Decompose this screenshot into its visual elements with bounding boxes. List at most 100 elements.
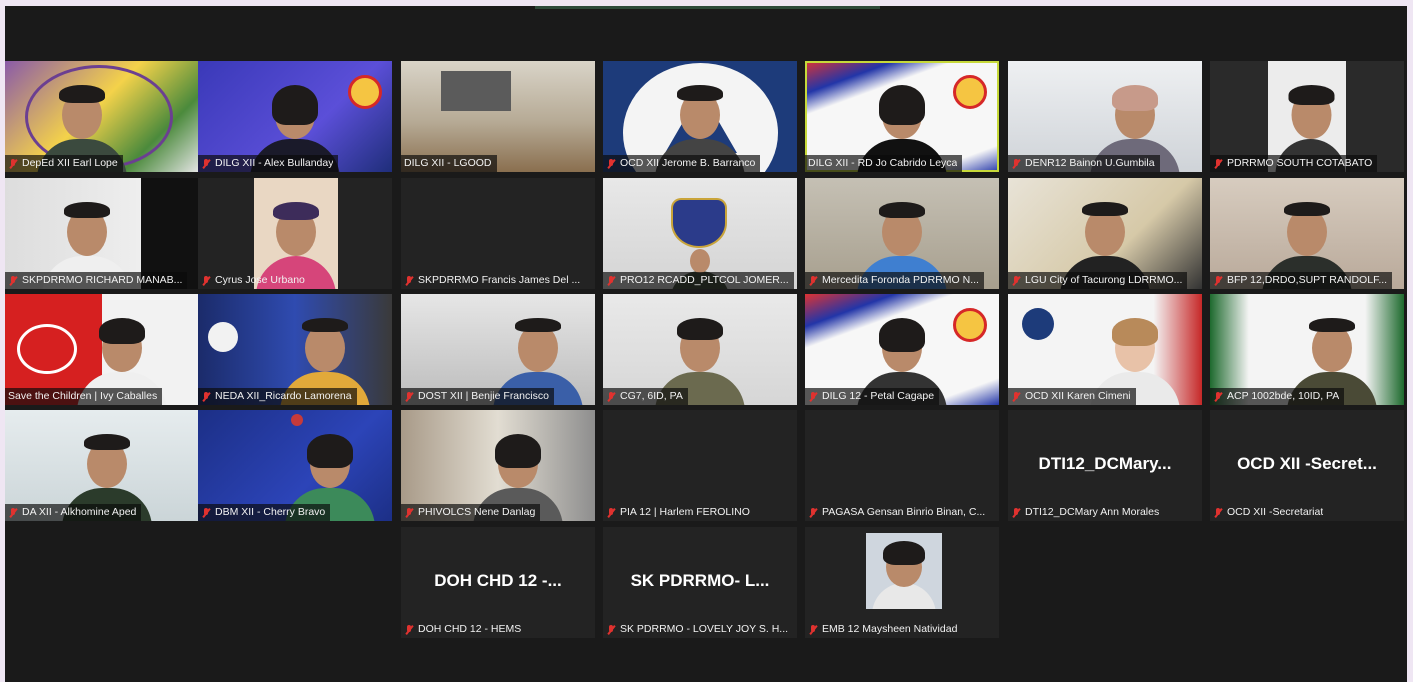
- mic-muted-icon: [808, 624, 819, 636]
- participant-name-bar: NEDA XII_Ricardo Lamorena: [198, 388, 357, 405]
- participant-name-bar: Mercedita Foronda PDRRMO N...: [805, 272, 984, 289]
- participant-name-bar: EMB 12 Maysheen Natividad: [805, 621, 962, 638]
- participant-name: PDRRMO SOUTH COTABATO: [1227, 157, 1373, 169]
- participant-name: DTI12_DCMary Ann Morales: [1025, 506, 1160, 518]
- mic-muted-icon: [8, 275, 19, 287]
- participant-name-bar: PAGASA Gensan Binrio Binan, C...: [805, 504, 990, 521]
- participant-display-name: DOH CHD 12 -...: [434, 571, 562, 590]
- video-tile[interactable]: OCD XII -Secret... OCD XII -Secretariat: [1210, 410, 1404, 521]
- video-tile[interactable]: DA XII - Alkhomine Aped: [5, 410, 199, 521]
- participant-name-bar: DA XII - Alkhomine Aped: [5, 504, 142, 521]
- mic-muted-icon: [808, 391, 819, 403]
- video-tile[interactable]: DILG 12 - Petal Cagape: [805, 294, 999, 405]
- dilg-logo: [953, 75, 987, 109]
- video-tile[interactable]: DENR12 Bainon U.Gumbila: [1008, 61, 1202, 172]
- mic-muted-icon: [404, 624, 415, 636]
- top-indicator-bar: [535, 6, 880, 9]
- mic-muted-icon: [201, 391, 212, 403]
- video-tile[interactable]: OCD XII Karen Cimeni: [1008, 294, 1202, 405]
- participant-name-bar: DENR12 Bainon U.Gumbila: [1008, 155, 1160, 172]
- participant-name: OCD XII -Secretariat: [1227, 506, 1324, 518]
- mic-muted-icon: [606, 624, 617, 636]
- participant-name-bar: ACP 1002bde, 10ID, PA: [1210, 388, 1345, 405]
- police-badge-icon: [671, 198, 727, 248]
- video-tile[interactable]: BFP 12,DRDO,SUPT RANDOLF...: [1210, 178, 1404, 289]
- mic-muted-icon: [404, 507, 415, 519]
- participant-name: DILG XII - RD Jo Cabrido Leyca: [808, 157, 958, 169]
- mic-muted-icon: [1011, 391, 1022, 403]
- video-tile-active-speaker[interactable]: DILG XII - RD Jo Cabrido Leyca: [805, 61, 999, 172]
- participant-name: BFP 12,DRDO,SUPT RANDOLF...: [1227, 274, 1388, 286]
- participant-name-bar: DOST XII | Benjie Francisco: [401, 388, 554, 405]
- budget-call-logo: [291, 414, 303, 426]
- video-tile[interactable]: DOST XII | Benjie Francisco: [401, 294, 595, 405]
- mic-muted-icon: [8, 158, 19, 170]
- participant-name: DILG XII - LGOOD: [404, 157, 492, 169]
- participant-name: OCD XII Jerome B. Barranco: [620, 157, 756, 169]
- participant-name-bar: OCD XII Karen Cimeni: [1008, 388, 1136, 405]
- participant-name: DBM XII - Cherry Bravo: [215, 506, 326, 518]
- video-tile[interactable]: LGU City of Tacurong LDRRMO...: [1008, 178, 1202, 289]
- video-tile[interactable]: SKPDRRMO Francis James Del ...: [401, 178, 595, 289]
- video-tile[interactable]: PAGASA Gensan Binrio Binan, C...: [805, 410, 999, 521]
- participant-name: DILG 12 - Petal Cagape: [822, 390, 935, 402]
- participant-name-bar: SKPDRRMO RICHARD MANAB...: [5, 272, 188, 289]
- video-tile[interactable]: DBM XII - Cherry Bravo: [198, 410, 392, 521]
- participant-name: SKPDRRMO Francis James Del ...: [418, 274, 581, 286]
- video-tile[interactable]: DepEd XII Earl Lope: [5, 61, 199, 172]
- participant-name-bar: CG7, 6ID, PA: [603, 388, 688, 405]
- mic-muted-icon: [404, 275, 415, 287]
- mic-muted-icon: [606, 507, 617, 519]
- participant-name: DA XII - Alkhomine Aped: [22, 506, 137, 518]
- video-tile[interactable]: Cyrus Jose Urbano: [198, 178, 392, 289]
- ocd-logo: [1022, 308, 1054, 340]
- participant-name: DOST XII | Benjie Francisco: [418, 390, 549, 402]
- participant-name-bar: DBM XII - Cherry Bravo: [198, 504, 331, 521]
- participant-profile-photo: [866, 533, 942, 609]
- mic-muted-icon: [1011, 158, 1022, 170]
- dilg-logo: [953, 308, 987, 342]
- participant-display-name: SK PDRRMO- L...: [630, 571, 770, 590]
- participant-name-bar: DepEd XII Earl Lope: [5, 155, 123, 172]
- video-tile[interactable]: SK PDRRMO- L... SK PDRRMO - LOVELY JOY S…: [603, 527, 797, 638]
- participant-name: Cyrus Jose Urbano: [215, 274, 305, 286]
- video-tile[interactable]: ACP 1002bde, 10ID, PA: [1210, 294, 1404, 405]
- video-tile[interactable]: OCD XII Jerome B. Barranco: [603, 61, 797, 172]
- participant-name-bar: LGU City of Tacurong LDRRMO...: [1008, 272, 1188, 289]
- anniversary-logo: [17, 324, 77, 374]
- video-tile[interactable]: SKPDRRMO RICHARD MANAB...: [5, 178, 199, 289]
- mic-muted-icon: [1011, 275, 1022, 287]
- participant-name: SK PDRRMO - LOVELY JOY S. H...: [620, 623, 789, 635]
- dilg-logo: [348, 75, 382, 109]
- video-tile[interactable]: DTI12_DCMary... DTI12_DCMary Ann Morales: [1008, 410, 1202, 521]
- participant-name: EMB 12 Maysheen Natividad: [822, 623, 958, 635]
- participant-name: DOH CHD 12 - HEMS: [418, 623, 522, 635]
- video-tile[interactable]: DILG XII - LGOOD: [401, 61, 595, 172]
- participant-display-name: OCD XII -Secret...: [1237, 454, 1377, 473]
- mic-muted-icon: [606, 391, 617, 403]
- participant-name: Save the Children | Ivy Caballes: [8, 390, 158, 402]
- video-tile[interactable]: NEDA XII_Ricardo Lamorena: [198, 294, 392, 405]
- video-tile[interactable]: EMB 12 Maysheen Natividad: [805, 527, 999, 638]
- video-tile[interactable]: DOH CHD 12 -... DOH CHD 12 - HEMS: [401, 527, 595, 638]
- participant-name-bar: DILG XII - Alex Bullanday: [198, 155, 339, 172]
- video-tile[interactable]: DILG XII - Alex Bullanday: [198, 61, 392, 172]
- video-tile[interactable]: PRO12 RCADD_PLTCOL JOMER...: [603, 178, 797, 289]
- video-tile[interactable]: PDRRMO SOUTH COTABATO: [1210, 61, 1404, 172]
- participant-name-bar: OCD XII Jerome B. Barranco: [603, 155, 761, 172]
- mic-muted-icon: [606, 158, 617, 170]
- video-tile[interactable]: PHIVOLCS Nene Danlag: [401, 410, 595, 521]
- mic-muted-icon: [8, 507, 19, 519]
- participant-display-name: DTI12_DCMary...: [1038, 454, 1172, 473]
- participant-name: DepEd XII Earl Lope: [22, 157, 118, 169]
- video-tile[interactable]: PIA 12 | Harlem FEROLINO: [603, 410, 797, 521]
- mic-muted-icon: [808, 275, 819, 287]
- participant-name-bar: PRO12 RCADD_PLTCOL JOMER...: [603, 272, 794, 289]
- video-tile[interactable]: Save the Children | Ivy Caballes: [5, 294, 199, 405]
- participant-name: DILG XII - Alex Bullanday: [215, 157, 334, 169]
- mic-muted-icon: [1213, 391, 1224, 403]
- video-tile[interactable]: Mercedita Foronda PDRRMO N...: [805, 178, 999, 289]
- video-tile[interactable]: CG7, 6ID, PA: [603, 294, 797, 405]
- participant-name-bar: DILG 12 - Petal Cagape: [805, 388, 940, 405]
- participant-name-bar: OCD XII -Secretariat: [1210, 504, 1328, 521]
